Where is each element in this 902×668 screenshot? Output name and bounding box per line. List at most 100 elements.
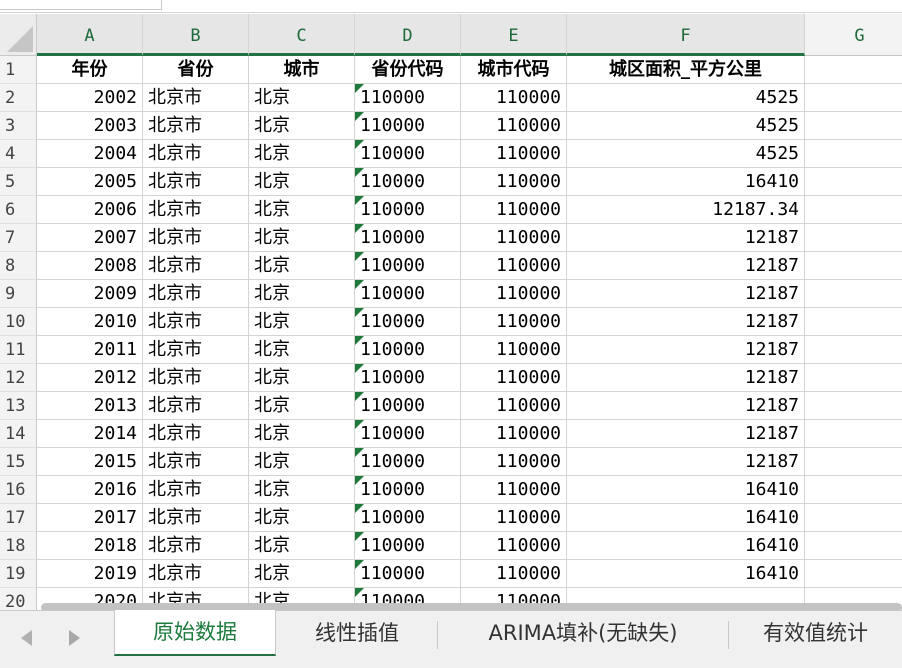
cell-year[interactable]: 2017 xyxy=(37,504,143,532)
cell-g-empty[interactable] xyxy=(805,308,902,336)
column-header-e[interactable]: E xyxy=(461,14,567,56)
cell-province[interactable]: 北京市 xyxy=(143,420,249,448)
cell-city[interactable]: 北京 xyxy=(249,224,355,252)
cell-g-empty[interactable] xyxy=(805,476,902,504)
cell-year[interactable]: 2011 xyxy=(37,336,143,364)
cell-province[interactable]: 北京市 xyxy=(143,364,249,392)
cell-province-code[interactable]: 110000 xyxy=(355,476,461,504)
cell-g-empty[interactable] xyxy=(805,280,902,308)
cell-area[interactable]: 4525 xyxy=(567,112,805,140)
cell-city-code[interactable]: 110000 xyxy=(461,168,567,196)
cell-city[interactable]: 北京 xyxy=(249,280,355,308)
cell-province-code[interactable]: 110000 xyxy=(355,112,461,140)
select-all-corner[interactable] xyxy=(0,14,37,56)
cell-city[interactable]: 北京 xyxy=(249,476,355,504)
cell-city[interactable]: 北京 xyxy=(249,308,355,336)
row-header[interactable]: 20 xyxy=(0,588,37,610)
column-header-g[interactable]: G xyxy=(805,14,902,56)
cell-area[interactable]: 12187 xyxy=(567,280,805,308)
cell-province-code[interactable]: 110000 xyxy=(355,196,461,224)
cell-city-code[interactable]: 110000 xyxy=(461,504,567,532)
cell-year[interactable]: 2005 xyxy=(37,168,143,196)
cell-area[interactable]: 4525 xyxy=(567,84,805,112)
cell-city-code[interactable]: 110000 xyxy=(461,84,567,112)
row-header[interactable]: 9 xyxy=(0,280,37,308)
cell-area[interactable]: 12187 xyxy=(567,448,805,476)
cell-province-code[interactable]: 110000 xyxy=(355,140,461,168)
cell-g-empty[interactable] xyxy=(805,560,902,588)
cell-province[interactable]: 北京市 xyxy=(143,448,249,476)
cell-city[interactable]: 北京 xyxy=(249,364,355,392)
cell-area[interactable]: 16410 xyxy=(567,476,805,504)
cell-g-empty[interactable] xyxy=(805,532,902,560)
cell-year[interactable]: 2002 xyxy=(37,84,143,112)
cell-year[interactable]: 2010 xyxy=(37,308,143,336)
cell-city-code[interactable]: 110000 xyxy=(461,224,567,252)
tab-sheet-3[interactable]: 有效值统计 xyxy=(729,611,902,655)
cell-province[interactable]: 北京市 xyxy=(143,560,249,588)
spreadsheet-grid[interactable]: A B C D E F G 1 年份 省份 城市 省份代码 城市代码 城区面积_平方公里 2 2002 北京市北… xyxy=(0,14,902,610)
cell-area[interactable]: 12187 xyxy=(567,336,805,364)
row-header[interactable]: 12 xyxy=(0,364,37,392)
cell-year[interactable]: 2013 xyxy=(37,392,143,420)
cell-city-code[interactable]: 110000 xyxy=(461,252,567,280)
row-header[interactable]: 15 xyxy=(0,448,37,476)
cell-g-empty[interactable] xyxy=(805,448,902,476)
row-header[interactable]: 4 xyxy=(0,140,37,168)
row-header[interactable]: 3 xyxy=(0,112,37,140)
cell-area[interactable]: 12187 xyxy=(567,364,805,392)
cell-area[interactable]: 12187 xyxy=(567,308,805,336)
tab-sheet-0[interactable]: 原始数据 xyxy=(114,610,276,656)
cell-province[interactable]: 北京市 xyxy=(143,168,249,196)
row-header[interactable]: 2 xyxy=(0,84,37,112)
cell-g-empty[interactable] xyxy=(805,140,902,168)
cell-area[interactable]: 16410 xyxy=(567,168,805,196)
cell-g-empty[interactable] xyxy=(805,112,902,140)
cell-g-empty[interactable] xyxy=(805,364,902,392)
cell-province[interactable]: 北京市 xyxy=(143,112,249,140)
cell-city[interactable]: 北京 xyxy=(249,196,355,224)
cell-province-code[interactable]: 110000 xyxy=(355,420,461,448)
cell-area[interactable]: 12187 xyxy=(567,252,805,280)
next-sheet-button[interactable] xyxy=(60,624,86,652)
cell-province-code[interactable]: 110000 xyxy=(355,308,461,336)
row-header[interactable]: 19 xyxy=(0,560,37,588)
horizontal-scrollbar[interactable] xyxy=(41,603,902,610)
column-header-f[interactable]: F xyxy=(567,14,805,56)
cell-province-code[interactable]: 110000 xyxy=(355,280,461,308)
cell-g-empty[interactable] xyxy=(805,336,902,364)
cell-year[interactable]: 2009 xyxy=(37,280,143,308)
cell-g-empty[interactable] xyxy=(805,224,902,252)
cell-year[interactable]: 2019 xyxy=(37,560,143,588)
column-header-d[interactable]: D xyxy=(355,14,461,56)
column-header-c[interactable]: C xyxy=(249,14,355,56)
cell-city[interactable]: 北京 xyxy=(249,112,355,140)
cell-city[interactable]: 北京 xyxy=(249,560,355,588)
cell-year[interactable]: 2012 xyxy=(37,364,143,392)
cell-province[interactable]: 北京市 xyxy=(143,392,249,420)
row-header[interactable]: 16 xyxy=(0,476,37,504)
cell-year[interactable]: 2004 xyxy=(37,140,143,168)
cell-g-empty[interactable] xyxy=(805,84,902,112)
row-header[interactable]: 14 xyxy=(0,420,37,448)
header-cell-province[interactable]: 省份 xyxy=(143,56,249,84)
cell-city-code[interactable]: 110000 xyxy=(461,196,567,224)
cell-year[interactable]: 2006 xyxy=(37,196,143,224)
cell-g-empty[interactable] xyxy=(805,252,902,280)
cell-city-code[interactable]: 110000 xyxy=(461,336,567,364)
cell-city-code[interactable]: 110000 xyxy=(461,532,567,560)
row-header[interactable]: 7 xyxy=(0,224,37,252)
cell-province[interactable]: 北京市 xyxy=(143,476,249,504)
cell-city[interactable]: 北京 xyxy=(249,448,355,476)
cell-province-code[interactable]: 110000 xyxy=(355,224,461,252)
cell-city-code[interactable]: 110000 xyxy=(461,112,567,140)
cell-province[interactable]: 北京市 xyxy=(143,196,249,224)
cell-city[interactable]: 北京 xyxy=(249,392,355,420)
cell-province-code[interactable]: 110000 xyxy=(355,168,461,196)
cell-area[interactable]: 12187.34 xyxy=(567,196,805,224)
header-cell-area[interactable]: 城区面积_平方公里 xyxy=(567,56,805,84)
header-cell-year[interactable]: 年份 xyxy=(37,56,143,84)
cell-area[interactable]: 4525 xyxy=(567,140,805,168)
row-header[interactable]: 13 xyxy=(0,392,37,420)
cell-province[interactable]: 北京市 xyxy=(143,140,249,168)
